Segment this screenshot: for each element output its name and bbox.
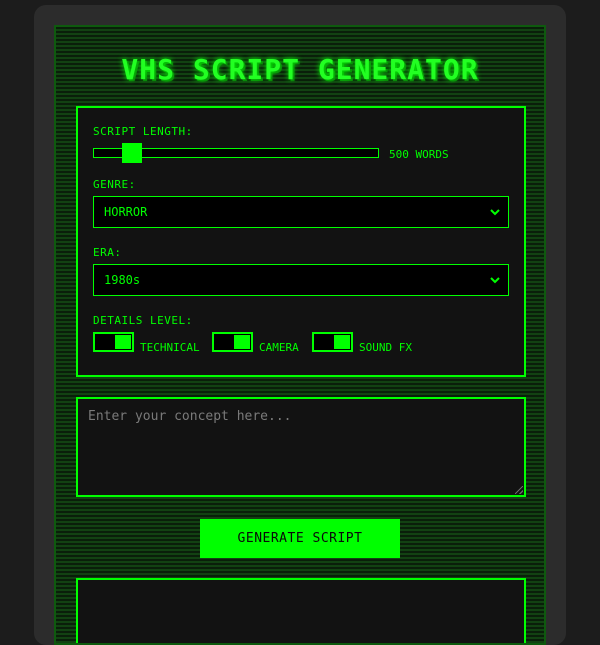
script-length-label: SCRIPT LENGTH:: [93, 125, 193, 138]
genre-select-value: HORROR: [104, 205, 148, 219]
technical-toggle[interactable]: [93, 332, 134, 352]
technical-toggle-label: TECHNICAL: [140, 341, 200, 354]
details-level-label: DETAILS LEVEL:: [93, 314, 193, 327]
genre-label: GENRE:: [93, 178, 136, 191]
era-select[interactable]: 1980s: [93, 264, 509, 296]
camera-toggle-label: CAMERA: [259, 341, 299, 354]
script-output-panel: [76, 578, 526, 643]
page-title: VHS SCRIPT GENERATOR: [121, 53, 479, 86]
era-label: ERA:: [93, 246, 122, 259]
toggle-knob: [115, 335, 131, 349]
sound-fx-toggle-label: SOUND FX: [359, 341, 412, 354]
era-select-value: 1980s: [104, 273, 141, 287]
sound-fx-toggle[interactable]: [312, 332, 353, 352]
genre-select[interactable]: HORROR: [93, 196, 509, 228]
concept-input-box: [76, 397, 526, 497]
toggle-knob: [234, 335, 250, 349]
settings-panel: SCRIPT LENGTH: 500 WORDS GENRE: HORROR E…: [76, 106, 526, 377]
script-length-value: 500 WORDS: [389, 148, 449, 161]
resize-grip-icon[interactable]: [515, 486, 523, 494]
generate-script-button[interactable]: GENERATE SCRIPT: [200, 519, 400, 558]
concept-input[interactable]: [78, 399, 524, 495]
chevron-down-icon: [488, 265, 502, 295]
chevron-down-icon: [488, 197, 502, 227]
crt-screen: VHS SCRIPT GENERATOR SCRIPT LENGTH: 500 …: [54, 25, 546, 645]
script-length-slider-thumb[interactable]: [122, 143, 142, 163]
camera-toggle[interactable]: [212, 332, 253, 352]
toggle-knob: [334, 335, 350, 349]
